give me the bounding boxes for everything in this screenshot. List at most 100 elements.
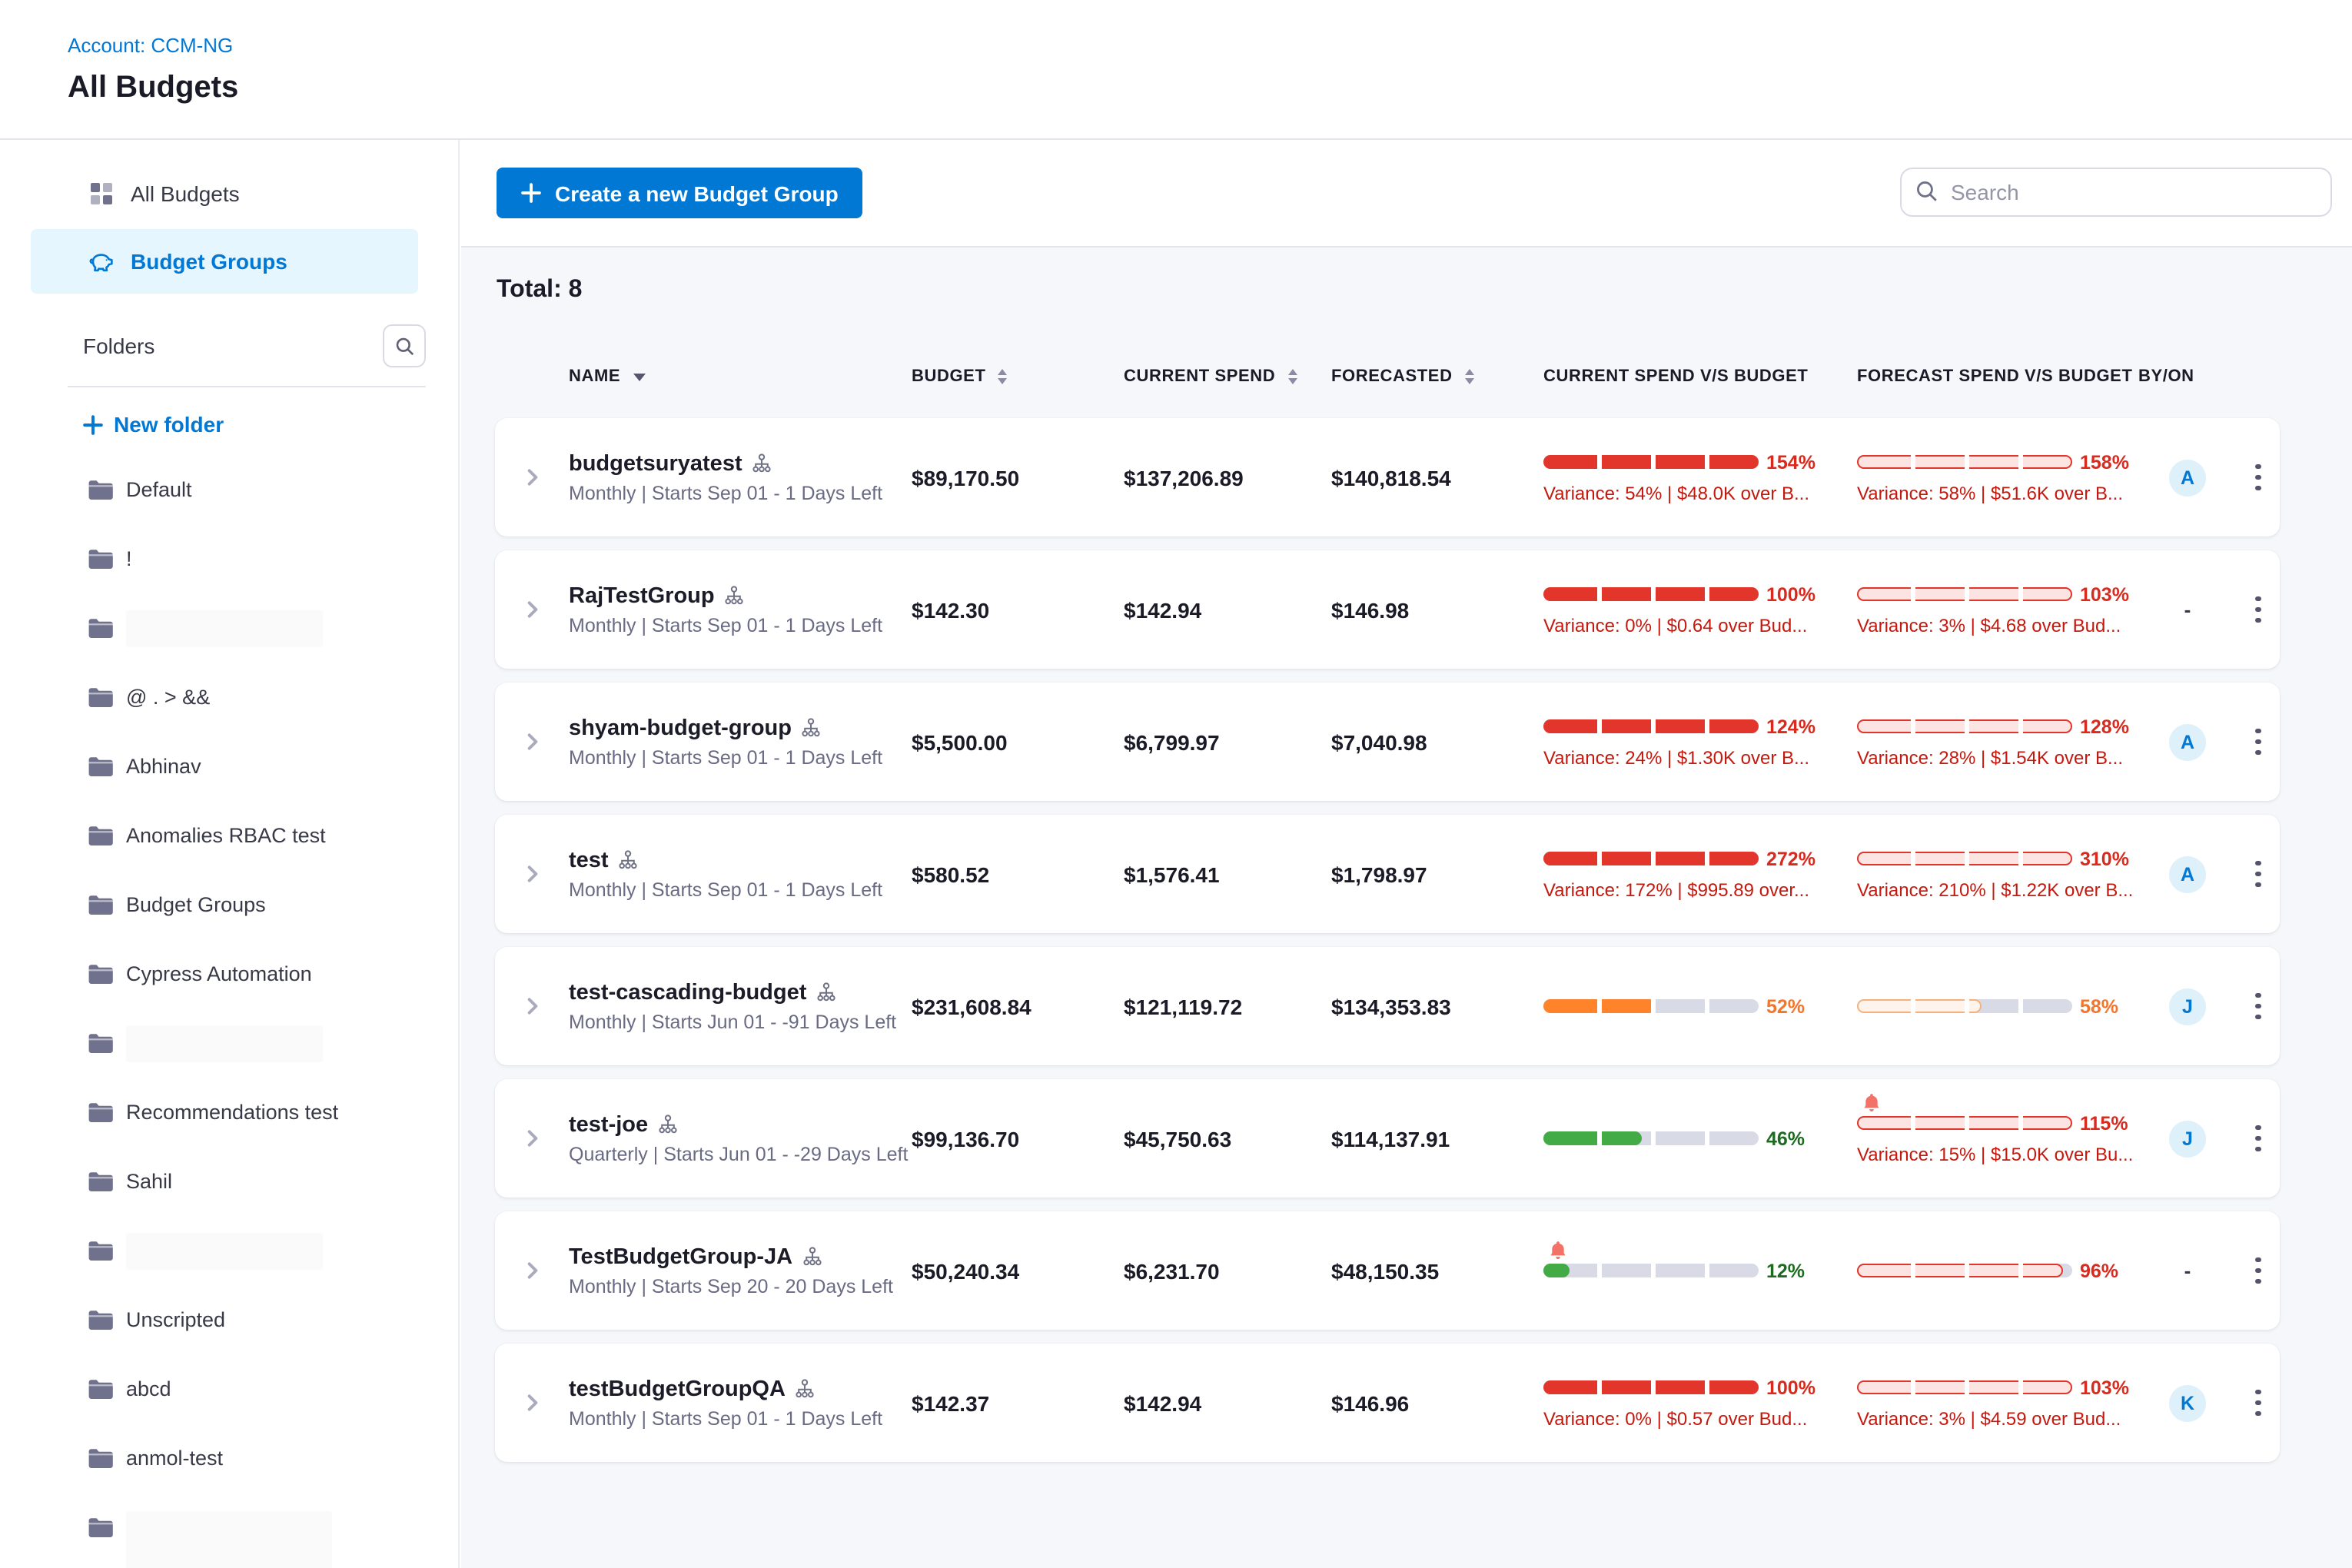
avatar: A — [2169, 855, 2206, 892]
table-row: test Monthly | Starts Sep 01 - 1 Days Lef… — [495, 815, 2280, 933]
row-menu-button[interactable] — [2237, 854, 2280, 894]
expand-chevron-icon[interactable] — [495, 996, 569, 1016]
percent-label: 103% — [2080, 583, 2129, 605]
folder-item[interactable]: Anomalies RBAC test — [0, 801, 458, 870]
segment-divider — [2018, 1115, 2022, 1131]
folder-item[interactable]: anmol-test — [0, 1423, 458, 1493]
row-menu-button[interactable] — [2237, 722, 2280, 762]
folder-item[interactable]: Abhinav — [0, 732, 458, 801]
expand-chevron-icon[interactable] — [495, 1261, 569, 1281]
folder-item[interactable]: Recommendations test — [0, 1078, 458, 1147]
budget-group-name[interactable]: test-joe — [569, 1112, 912, 1137]
progress-line: 52% — [1543, 995, 1857, 1017]
budget-value: $99,136.70 — [912, 1126, 1124, 1151]
folder-item[interactable]: Unscripted — [0, 1285, 458, 1354]
folder-item[interactable] — [0, 1493, 458, 1562]
budget-group-name[interactable]: test-cascading-budget — [569, 980, 912, 1005]
folder-item[interactable]: abcd — [0, 1354, 458, 1423]
expand-chevron-icon[interactable] — [495, 864, 569, 884]
account-breadcrumb-link[interactable]: Account: CCM-NG — [68, 34, 233, 57]
expand-chevron-icon[interactable] — [495, 1393, 569, 1413]
segment-divider — [2018, 1262, 2022, 1279]
progress-bar — [1857, 1264, 2072, 1277]
expand-chevron-icon[interactable] — [495, 467, 569, 487]
variance-text: Variance: 28% | $1.54K over B... — [1857, 746, 2138, 768]
forecast-vs-budget-cell: 103%Variance: 3% | $4.59 over Bud... — [1857, 1377, 2138, 1429]
budget-group-name[interactable]: testBudgetGroupQA — [569, 1377, 912, 1401]
row-menu-button[interactable] — [2237, 986, 2280, 1026]
forecasted-value: $1,798.97 — [1331, 862, 1543, 886]
folder-label: Cypress Automation — [126, 962, 312, 985]
expand-chevron-icon[interactable] — [495, 600, 569, 620]
folder-label: Default — [126, 478, 192, 501]
segment-divider — [1651, 1130, 1655, 1147]
column-header-budget[interactable]: BUDGET — [912, 367, 1124, 386]
folder-item[interactable]: Sahil — [0, 1147, 458, 1216]
folder-item[interactable]: @ . > && — [0, 663, 458, 732]
expand-chevron-icon[interactable] — [495, 1128, 569, 1148]
folder-item[interactable]: ! — [0, 524, 458, 593]
search-input[interactable] — [1900, 168, 2332, 217]
segment-divider — [1911, 718, 1915, 735]
sidebar-item-all-budgets[interactable]: All Budgets — [31, 161, 418, 226]
main-content: Create a new Budget Group Total: 8 NAME … — [461, 140, 2352, 1568]
current-spend-value: $142.94 — [1124, 1390, 1331, 1415]
budget-group-name[interactable]: shyam-budget-group — [569, 716, 912, 740]
segment-divider — [1651, 453, 1655, 470]
row-menu-button[interactable] — [2237, 590, 2280, 630]
budget-group-name-text: TestBudgetGroup-JA — [569, 1244, 792, 1269]
folder-search-button[interactable] — [383, 324, 426, 367]
folder-icon — [88, 1032, 114, 1054]
row-menu-button[interactable] — [2237, 1383, 2280, 1423]
budget-group-name[interactable]: TestBudgetGroup-JA — [569, 1244, 912, 1269]
column-header-name[interactable]: NAME — [569, 367, 912, 386]
folder-item[interactable] — [0, 593, 458, 663]
page-title: All Budgets — [68, 71, 238, 106]
budget-schedule: Monthly | Starts Sep 01 - 1 Days Left — [569, 879, 912, 900]
sidebar-item-budget-groups[interactable]: Budget Groups — [31, 229, 418, 294]
folder-item[interactable] — [0, 1008, 458, 1078]
budget-schedule: Monthly | Starts Sep 20 - 20 Days Left — [569, 1275, 912, 1297]
progress-bar — [1857, 1380, 2072, 1394]
folder-item[interactable]: Cypress Automation — [0, 939, 458, 1008]
forecasted-value: $146.96 — [1331, 1390, 1543, 1415]
forecasted-value: $48,150.35 — [1331, 1258, 1543, 1283]
budget-group-name-cell: testBudgetGroupQAMonthly | Starts Sep 01… — [569, 1377, 912, 1429]
column-header-current-spend[interactable]: CURRENT SPEND — [1124, 367, 1331, 386]
budget-value: $89,170.50 — [912, 465, 1124, 490]
folder-item[interactable] — [0, 1216, 458, 1285]
new-folder-button[interactable]: New folder — [0, 397, 458, 443]
folder-label: Anomalies RBAC test — [126, 824, 326, 847]
folder-item[interactable]: Budget Groups — [0, 870, 458, 939]
segment-divider — [1597, 586, 1601, 603]
by-on-cell: K — [2138, 1384, 2237, 1421]
forecast-vs-budget-cell: 103%Variance: 3% | $4.68 over Bud... — [1857, 583, 2138, 636]
budget-group-name[interactable]: RajTestGroup — [569, 583, 912, 608]
row-menu-button[interactable] — [2237, 457, 2280, 497]
column-header-forecasted[interactable]: FORECASTED — [1331, 367, 1543, 386]
folder-label: Budget Groups — [126, 893, 266, 916]
percent-label: 12% — [1766, 1260, 1805, 1281]
progress-bar — [1857, 587, 2072, 601]
expand-chevron-icon[interactable] — [495, 732, 569, 752]
current-spend-value: $121,119.72 — [1124, 994, 1331, 1018]
row-menu-button[interactable] — [2237, 1251, 2280, 1291]
folder-icon — [88, 963, 114, 985]
kebab-icon — [2249, 457, 2267, 497]
alert-bell-icon — [1550, 1241, 1566, 1261]
folder-item[interactable]: Default — [0, 455, 458, 524]
hierarchy-icon — [657, 1115, 677, 1134]
progress-bar — [1543, 852, 1759, 865]
budget-schedule: Monthly | Starts Sep 01 - 1 Days Left — [569, 746, 912, 768]
redacted-folder-name — [126, 1510, 332, 1568]
segment-divider — [1911, 586, 1915, 603]
create-budget-group-button[interactable]: Create a new Budget Group — [497, 168, 863, 218]
progress-line: 46% — [1543, 1128, 1857, 1149]
budget-group-name[interactable]: test — [569, 848, 912, 872]
budget-group-name[interactable]: budgetsuryatest — [569, 451, 912, 476]
search-box — [1900, 168, 2332, 217]
row-menu-button[interactable] — [2237, 1118, 2280, 1158]
budget-group-name-text: RajTestGroup — [569, 583, 715, 608]
percent-label: 100% — [1766, 1377, 1815, 1398]
variance-text: Variance: 172% | $995.89 over... — [1543, 879, 1857, 900]
